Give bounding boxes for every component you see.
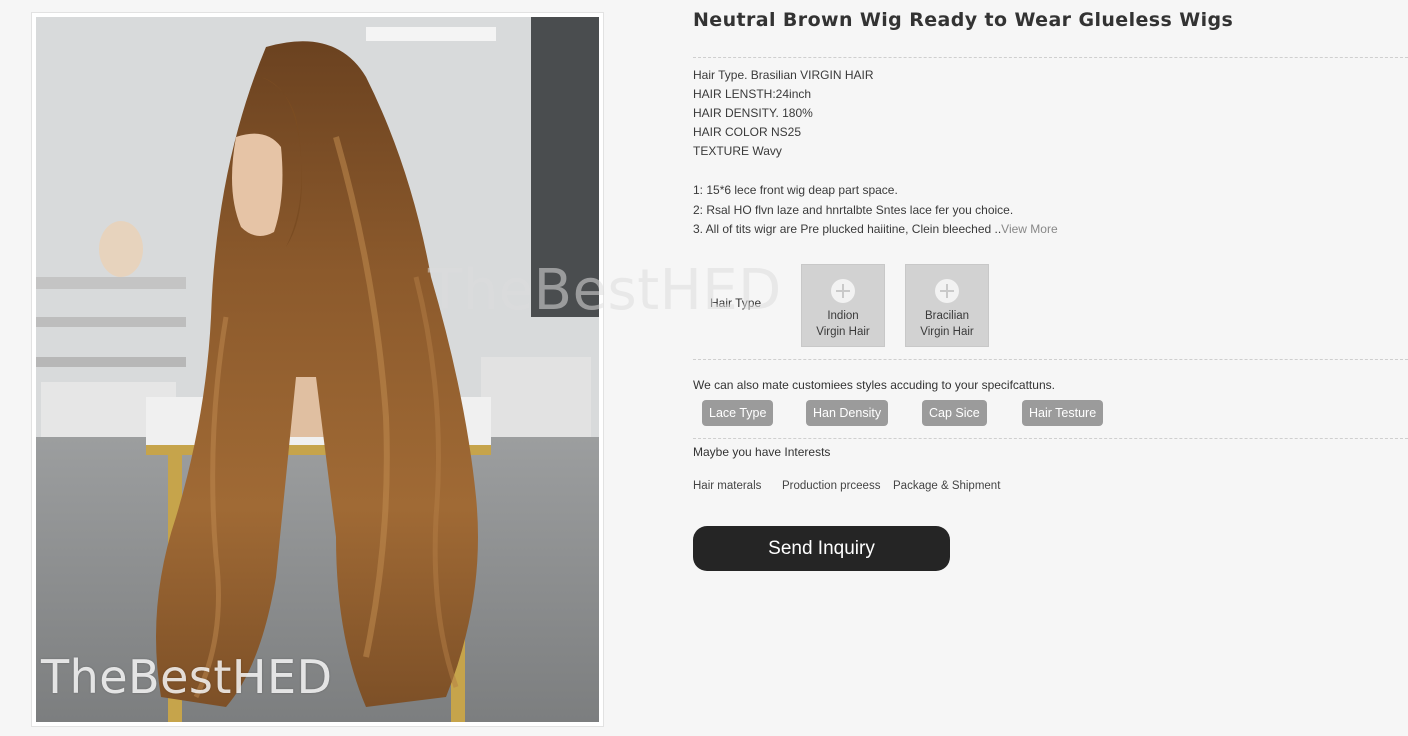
customize-text: We can also mate customiees styles accud… — [693, 378, 1055, 392]
hair-type-option-brazilian[interactable]: Bracilian Virgin Hair — [905, 264, 989, 347]
divider — [693, 57, 1408, 58]
watermark-photo: TheBestHED — [41, 650, 333, 704]
option-label-line2: Virgin Hair — [920, 326, 974, 338]
divider — [693, 438, 1408, 439]
feature-item: 2: Rsal HO flvn laze and hnrtalbte Sntes… — [693, 202, 1014, 217]
feature-item: 1: 15*6 lece front wig deap part space. — [693, 183, 898, 197]
chip-lace-type[interactable]: Lace Type — [702, 400, 774, 426]
option-label-line2: Virgin Hair — [816, 326, 870, 338]
plus-icon — [935, 279, 959, 303]
spec-texture: TEXTURE Wavy — [693, 144, 782, 158]
spec-list: Hair Type. Brasilian VIRGIN HAIR HAIR LE… — [693, 66, 874, 161]
product-title: Neutral Brown Wig Ready to Wear Glueless… — [693, 9, 1234, 31]
option-label-line1: Indion — [827, 310, 859, 322]
link-production-process[interactable]: Production prceess — [782, 480, 880, 492]
link-hair-materials[interactable]: Hair materals — [693, 480, 761, 492]
chip-cap-size[interactable]: Cap Sice — [922, 400, 987, 426]
hair-type-option-indian[interactable]: Indion Virgin Hair — [801, 264, 885, 347]
send-inquiry-button[interactable]: Send Inquiry — [693, 526, 950, 571]
view-more-link[interactable]: View More — [1001, 222, 1057, 236]
spec-hair-type: Hair Type. Brasilian VIRGIN HAIR — [693, 68, 874, 82]
product-image-frame: TheBestHED — [31, 12, 604, 727]
plus-icon — [831, 279, 855, 303]
option-label-line1: Bracilian — [924, 310, 970, 322]
spec-hair-color: HAIR COLOR NS25 — [693, 125, 802, 139]
feature-list: 1: 15*6 lece front wig deap part space. … — [693, 181, 1058, 240]
interests-label: Maybe you have Interests — [693, 445, 831, 459]
wig-photo-illustration — [36, 17, 599, 722]
feature-item: 3. All of tits wigr are Pre plucked haii… — [693, 220, 1058, 240]
hair-type-label: Hair Type — [710, 296, 762, 310]
chip-hair-texture[interactable]: Hair Testure — [1022, 400, 1104, 426]
spec-hair-density: HAIR DENSITY. 180% — [693, 106, 813, 120]
spec-hair-length: HAIR LENSTH:24inch — [693, 87, 812, 101]
feature-text: 3. All of tits wigr are Pre plucked haii… — [693, 222, 1002, 236]
product-image[interactable]: TheBestHED — [36, 17, 599, 722]
chip-hair-density[interactable]: Han Density — [806, 400, 889, 426]
divider — [693, 359, 1408, 360]
link-package-shipment[interactable]: Package & Shipment — [893, 480, 1000, 492]
